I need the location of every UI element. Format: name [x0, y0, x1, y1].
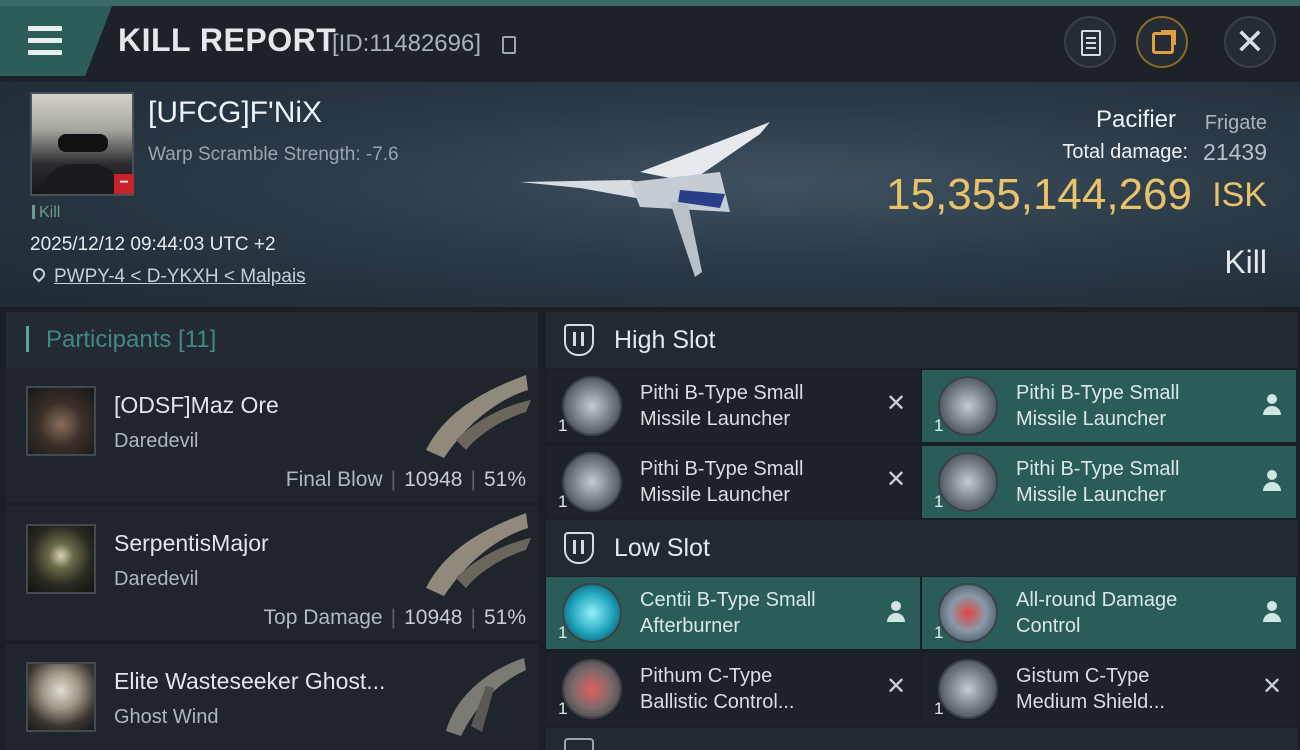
total-damage-value: 21439 [1203, 139, 1267, 165]
participant-ship-icon [426, 375, 531, 458]
module-quantity: 1 [934, 492, 944, 511]
module-quantity: 1 [558, 492, 568, 511]
x-icon: ✕ [885, 390, 907, 417]
copy-icon[interactable] [502, 36, 516, 54]
module-quantity: 1 [558, 699, 568, 718]
document-icon [1081, 30, 1101, 56]
kill-datetime: 2025/12/12 09:44:03 UTC +2 [30, 234, 276, 255]
module-quantity: 1 [558, 416, 568, 435]
kill-summary-panel: − [UFCG]F'NiX Warp Scramble Strength: -7… [0, 82, 1300, 307]
participant-percent: 51% [483, 606, 526, 629]
module-item[interactable]: 1 Pithum C-Type Ballistic Control... ✕ [546, 653, 920, 725]
location-link[interactable]: PWPY-4 < D-YKXH < Malpais [54, 266, 306, 288]
participant-name: SerpentisMajor [114, 530, 269, 556]
participant-role: Top Damage [263, 606, 383, 629]
participant-name: Elite Wasteseeker Ghost... [114, 668, 386, 694]
pilot-icon [1262, 601, 1282, 623]
participant-damage: 10948 [404, 468, 463, 491]
module-item[interactable]: 1 Pithi B-Type Small Missile Launcher [922, 446, 1296, 518]
total-damage-label: Total damage: [1062, 141, 1188, 163]
module-item[interactable]: 1 All-round Damage Control [922, 577, 1296, 649]
missile-launcher-icon [938, 452, 998, 512]
participant-row[interactable]: Elite Wasteseeker Ghost... Ghost Wind [6, 644, 538, 750]
module-item[interactable]: 1 Gistum C-Type Medium Shield... ✕ [922, 653, 1296, 725]
location-pin-icon [30, 265, 48, 283]
module-name: All-round Damage Control [1016, 589, 1178, 637]
pilot-icon [1262, 394, 1282, 416]
module-name: Pithi B-Type Small Missile Launcher [1016, 458, 1180, 506]
high-slot-header: High Slot [546, 312, 1298, 368]
missile-launcher-icon [562, 452, 622, 512]
module-item[interactable]: 1 Centii B-Type Small Afterburner [546, 577, 920, 649]
high-slot-label: High Slot [614, 326, 716, 354]
participant-row[interactable]: SerpentisMajor Daredevil Top Damage | 1094… [6, 506, 538, 640]
victim-name[interactable]: [UFCG]F'NiX [148, 96, 322, 130]
document-button[interactable] [1064, 16, 1116, 68]
module-name: Pithum C-Type Ballistic Control... [640, 665, 795, 713]
module-item[interactable]: 1 Pithi B-Type Small Missile Launcher ✕ [546, 370, 920, 442]
participant-ship: Daredevil [114, 568, 199, 590]
module-quantity: 1 [934, 623, 944, 642]
pilot-icon [886, 601, 906, 623]
module-quantity: 1 [934, 699, 944, 718]
participant-name: [ODSF]Maz Ore [114, 392, 279, 418]
module-name: Pithi B-Type Small Missile Launcher [1016, 382, 1180, 430]
participant-percent: 51% [483, 468, 526, 491]
participant-avatar[interactable] [26, 386, 96, 456]
slot-shield-icon [564, 532, 594, 564]
kill-status-tag: Kill [32, 204, 60, 222]
pilot-icon [1262, 470, 1282, 492]
low-slot-label: Low Slot [614, 534, 710, 562]
missile-launcher-icon [562, 376, 622, 436]
participants-title: Participants [11] [46, 326, 217, 353]
participant-avatar[interactable] [26, 662, 96, 732]
ship-class: Frigate [1204, 112, 1267, 134]
x-icon: ✕ [885, 673, 907, 700]
isk-value: 15,355,144,269 [886, 170, 1192, 219]
slot-shield-icon [564, 324, 594, 356]
participant-row[interactable]: [ODSF]Maz Ore Daredevil Final Blow | 10948… [6, 368, 538, 502]
participant-ship: Daredevil [114, 430, 199, 452]
ballistic-control-icon [562, 659, 622, 719]
missile-launcher-icon [938, 376, 998, 436]
hamburger-menu-icon [28, 26, 62, 31]
low-slot-header: Low Slot [546, 520, 1298, 576]
close-button[interactable]: ✕ [1224, 16, 1276, 68]
kill-result-label: Kill [1224, 244, 1267, 280]
module-item[interactable]: 1 Pithi B-Type Small Missile Launcher [922, 370, 1296, 442]
close-icon: ✕ [1234, 21, 1266, 62]
share-icon [1152, 30, 1176, 54]
module-name: Pithi B-Type Small Missile Launcher [640, 458, 804, 506]
shield-extender-icon [938, 659, 998, 719]
afterburner-icon [562, 583, 622, 643]
page-title: KILL REPORT [118, 22, 337, 58]
share-button[interactable] [1136, 16, 1188, 68]
next-slot-header-partial [546, 728, 1298, 750]
ship-render [520, 122, 770, 277]
module-item[interactable]: 1 Pithi B-Type Small Missile Launcher ✕ [546, 446, 920, 518]
module-quantity: 1 [558, 623, 568, 642]
isk-unit: ISK [1212, 176, 1267, 214]
report-id: [ID:11482696] [332, 30, 482, 57]
module-name: Pithi B-Type Small Missile Launcher [640, 382, 804, 430]
participant-stats: Final Blow | 10948 | 51% [285, 468, 526, 491]
participant-stats: Top Damage | 10948 | 51% [263, 606, 526, 629]
security-status-badge: − [114, 174, 134, 194]
participants-header: Participants [11] [6, 312, 538, 368]
slot-shield-icon [564, 738, 594, 750]
participant-damage: 10948 [404, 606, 463, 629]
participant-role: Final Blow [285, 468, 383, 491]
x-icon: ✕ [885, 466, 907, 493]
participant-ship: Ghost Wind [114, 706, 219, 728]
module-name: Centii B-Type Small Afterburner [640, 589, 816, 637]
damage-control-icon [938, 583, 998, 643]
participant-ship-icon [426, 513, 531, 596]
warp-scramble-strength: Warp Scramble Strength: -7.6 [148, 144, 399, 165]
ship-name[interactable]: Pacifier [1096, 106, 1176, 134]
x-icon: ✕ [1261, 673, 1283, 700]
participant-avatar[interactable] [26, 524, 96, 594]
participant-ship-icon [446, 658, 526, 736]
module-quantity: 1 [934, 416, 944, 435]
module-name: Gistum C-Type Medium Shield... [1016, 665, 1165, 713]
